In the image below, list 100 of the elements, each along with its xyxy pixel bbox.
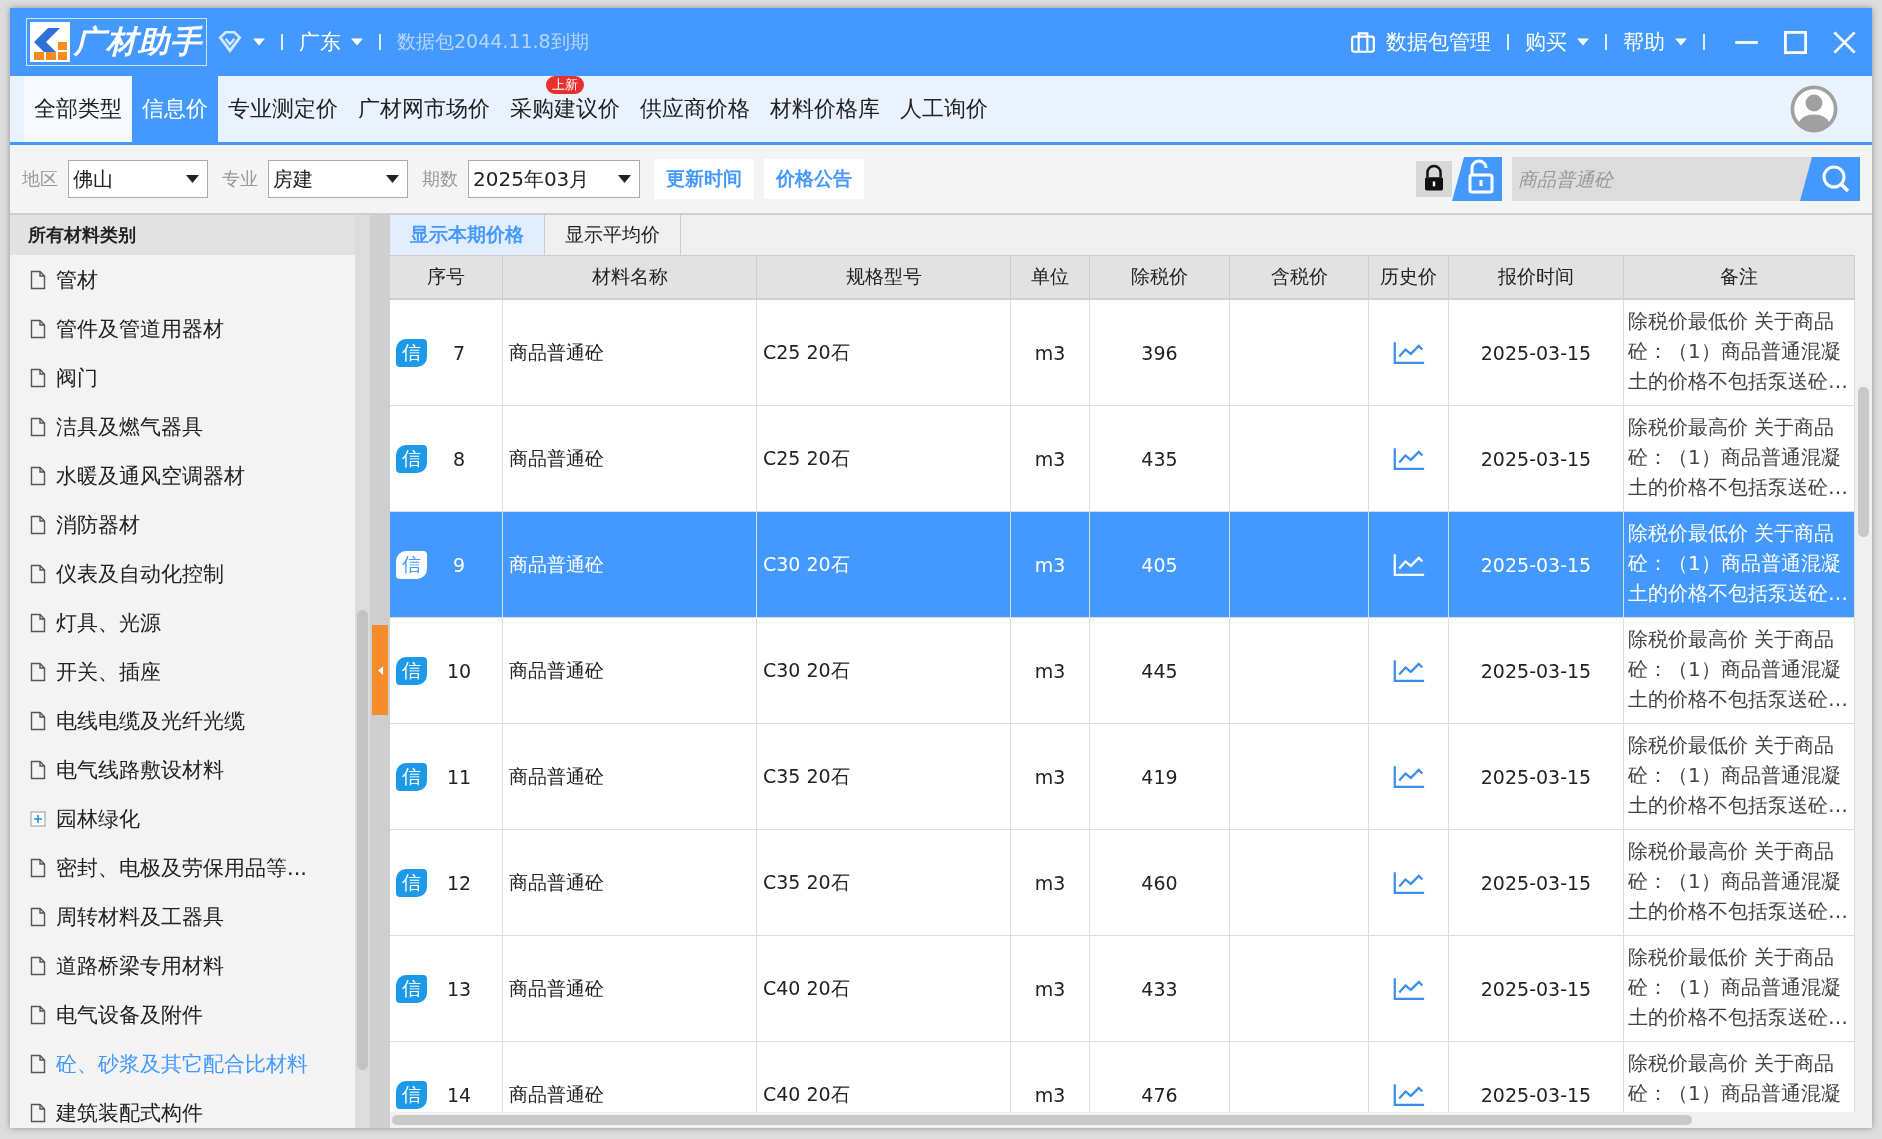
briefcase-icon[interactable] — [1350, 29, 1376, 55]
table-row[interactable]: 信 7 商品普通砼 C25 20石 m3 396 2025-03-15 除税价最低价 关于商品砼：（1）商品普通混凝土的价格不包括泵送砼… — [390, 300, 1855, 406]
column-header[interactable]: 序号 — [390, 256, 503, 298]
table-cell-text: 商品普通砼 — [509, 763, 604, 789]
sidebar-header: 所有材料类别 — [10, 215, 355, 255]
table-row[interactable]: 信 11 商品普通砼 C35 20石 m3 419 2025-03-15 除税价最低价 关于商品砼：（1）商品普通混凝土的价格不包括泵送砼… — [390, 724, 1855, 830]
line-chart-icon[interactable] — [1392, 340, 1425, 365]
line-chart-icon[interactable] — [1392, 1082, 1425, 1107]
table-cell: m3 — [1034, 659, 1066, 682]
table-cell-text: 除税价最高价 关于商品砼：（1）商品普通混凝土的价格不包括泵送砼… — [1628, 838, 1849, 925]
table-cell: m3 — [1034, 341, 1066, 364]
caret-icon[interactable] — [386, 175, 399, 183]
category-item[interactable]: 建筑装配式构件 — [10, 1088, 355, 1128]
filter-label: 地区 — [22, 167, 58, 191]
table-row[interactable]: 信 8 商品普通砼 C25 20石 m3 435 2025-03-15 除税价最高价 关于商品砼：（1）商品普通混凝土的价格不包括泵送砼… — [390, 406, 1855, 512]
category-item[interactable]: 管件及管道用器材 — [10, 304, 355, 353]
line-chart-icon[interactable] — [1392, 658, 1425, 683]
table-cell-text: 商品普通砼 — [509, 551, 604, 577]
view-tab[interactable]: 显示平均价 — [545, 215, 681, 255]
diamond-icon[interactable] — [217, 29, 243, 55]
expand-icon[interactable] — [30, 808, 46, 829]
category-tab[interactable]: 人工询价 — [890, 76, 998, 142]
category-item[interactable]: 园林绿化 — [10, 794, 355, 843]
category-item[interactable]: 电气设备及附件 — [10, 990, 355, 1039]
category-item[interactable]: 仪表及自动化控制 — [10, 549, 355, 598]
info-tag: 信 — [396, 550, 427, 579]
filter-dropdown[interactable]: 房建 — [268, 160, 408, 198]
column-header[interactable]: 除税价 — [1090, 256, 1230, 298]
category-item[interactable]: 开关、插座 — [10, 647, 355, 696]
filter-label: 专业 — [222, 167, 258, 191]
avatar-icon[interactable] — [1790, 85, 1838, 133]
column-header[interactable]: 历史价 — [1369, 256, 1449, 298]
column-header[interactable]: 材料名称 — [503, 256, 757, 298]
collapse-handle[interactable] — [372, 625, 388, 715]
info-tag: 信 — [396, 1080, 427, 1109]
category-tab[interactable]: 专业测定价 — [218, 76, 348, 142]
table-cell-text: 商品普通砼 — [509, 445, 604, 471]
category-item[interactable]: 消防器材 — [10, 500, 355, 549]
filter-dropdown[interactable]: 佛山 — [68, 160, 208, 198]
line-chart-icon[interactable] — [1392, 764, 1425, 789]
category-tab[interactable]: 供应商价格 — [630, 76, 760, 142]
table-row[interactable]: 信 10 商品普通砼 C30 20石 m3 445 2025-03-15 除税价最高价 关于商品砼：（1）商品普通混凝土的价格不包括泵送砼… — [390, 618, 1855, 724]
document-icon — [30, 1102, 46, 1123]
column-header[interactable]: 单位 — [1011, 256, 1090, 298]
category-item[interactable]: 水暖及通风空调器材 — [10, 451, 355, 500]
column-header[interactable]: 规格型号 — [757, 256, 1011, 298]
row-number: 11 — [445, 765, 473, 788]
column-header[interactable]: 含税价 — [1230, 256, 1369, 298]
category-item[interactable]: 周转材料及工器具 — [10, 892, 355, 941]
document-icon — [30, 563, 46, 584]
maximize-icon[interactable] — [1782, 28, 1809, 56]
row-number: 12 — [445, 871, 473, 894]
category-item[interactable]: 阀门 — [10, 353, 355, 402]
category-item[interactable]: 电气线路敷设材料 — [10, 745, 355, 794]
row-number: 13 — [445, 977, 473, 1000]
table-cell-text: C25 20石 — [763, 445, 850, 471]
line-chart-icon[interactable] — [1392, 976, 1425, 1001]
package-expiry: 数据包2044.11.8到期 — [397, 29, 589, 54]
category-item[interactable]: 洁具及燃气器具 — [10, 402, 355, 451]
category-tab[interactable]: 材料价格库 — [760, 76, 890, 142]
column-header[interactable]: 报价时间 — [1449, 256, 1624, 298]
category-tab[interactable]: 全部类型 — [24, 76, 132, 142]
category-item[interactable]: 管材 — [10, 255, 355, 304]
line-chart-icon[interactable] — [1392, 446, 1425, 471]
line-chart-icon[interactable] — [1392, 870, 1425, 895]
info-tag: 信 — [396, 868, 427, 897]
category-tab[interactable]: 上新 采购建议价 — [500, 76, 630, 142]
document-icon — [30, 465, 46, 486]
table-cell: 405 — [1141, 553, 1178, 576]
category-item[interactable]: 电线电缆及光纤光缆 — [10, 696, 355, 745]
category-tab[interactable]: 广材网市场价 — [348, 76, 500, 142]
table-cell: 433 — [1141, 977, 1178, 1000]
table-cell-text: C25 20石 — [763, 339, 850, 365]
document-icon — [30, 710, 46, 731]
filter-label: 期数 — [422, 167, 458, 191]
info-tag: 信 — [396, 656, 427, 685]
table-cell-text: C35 20石 — [763, 763, 850, 789]
table-cell-text: 除税价最高价 关于商品砼：（1）商品普通混凝 — [1628, 1050, 1842, 1107]
caret-icon[interactable] — [186, 175, 199, 183]
table-row[interactable]: 信 12 商品普通砼 C35 20石 m3 460 2025-03-15 除税价最高价 关于商品砼：（1）商品普通混凝土的价格不包括泵送砼… — [390, 830, 1855, 936]
search-field[interactable]: 商品普通砼 — [1512, 157, 1812, 201]
document-icon — [30, 906, 46, 927]
scrollbar[interactable] — [1855, 215, 1872, 1128]
info-tag: 信 — [396, 974, 427, 1003]
category-item[interactable]: 密封、电极及劳保用品等... — [10, 843, 355, 892]
filter-dropdown[interactable]: 2025年03月 — [468, 160, 640, 198]
table-row[interactable]: 信 13 商品普通砼 C40 20石 m3 433 2025-03-15 除税价最低价 关于商品砼：（1）商品普通混凝土的价格不包括泵送砼… — [390, 936, 1855, 1042]
table-cell-text: 除税价最低价 关于商品砼：（1）商品普通混凝土的价格不包括泵送砼… — [1628, 520, 1849, 607]
scrollbar[interactable] — [390, 1112, 1855, 1128]
category-item[interactable]: 道路桥梁专用材料 — [10, 941, 355, 990]
category-item[interactable]: 灯具、光源 — [10, 598, 355, 647]
document-icon — [30, 416, 46, 437]
scrollbar[interactable] — [355, 215, 370, 1128]
document-icon — [30, 318, 46, 339]
document-icon — [30, 269, 46, 290]
info-tag: 信 — [396, 338, 427, 367]
table-cell-text: 商品普通砼 — [509, 657, 604, 683]
table-cell: 2025-03-15 — [1480, 977, 1592, 1000]
row-number: 10 — [445, 659, 473, 682]
caret-icon[interactable] — [618, 175, 631, 183]
